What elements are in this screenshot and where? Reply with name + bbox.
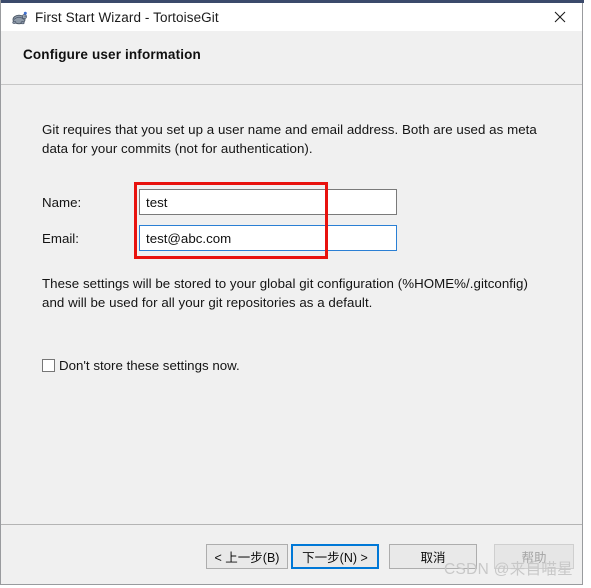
dont-store-settings-checkbox[interactable]: Don't store these settings now.	[42, 358, 240, 373]
close-button[interactable]	[537, 3, 582, 31]
title-bar: First Start Wizard - TortoiseGit	[1, 3, 582, 31]
window-title: First Start Wizard - TortoiseGit	[35, 9, 219, 25]
cancel-button[interactable]: 取消	[389, 544, 477, 569]
dialog-button-bar: < 上一步(B) 下一步(N) > 取消 帮助	[1, 526, 582, 583]
email-input[interactable]	[139, 225, 397, 251]
window-active-accent-strip	[1, 0, 584, 3]
name-input[interactable]	[139, 189, 397, 215]
intro-description: Git requires that you set up a user name…	[42, 122, 537, 156]
wizard-header-band: Configure user information	[1, 31, 582, 85]
storage-description: These settings will be stored to your gl…	[42, 276, 528, 310]
checkbox-label: Don't store these settings now.	[59, 358, 240, 373]
page-title: Configure user information	[23, 47, 201, 62]
help-button: 帮助	[494, 544, 574, 569]
close-icon	[554, 11, 565, 23]
tortoise-icon	[10, 9, 28, 27]
email-label: Email:	[42, 231, 79, 246]
dialog-window: First Start Wizard - TortoiseGit Configu…	[0, 0, 584, 585]
back-button[interactable]: < 上一步(B)	[206, 544, 288, 569]
name-label: Name:	[42, 195, 82, 210]
checkbox-box[interactable]	[42, 359, 55, 372]
next-button[interactable]: 下一步(N) >	[291, 544, 379, 569]
dialog-content: Git requires that you set up a user name…	[1, 86, 582, 525]
